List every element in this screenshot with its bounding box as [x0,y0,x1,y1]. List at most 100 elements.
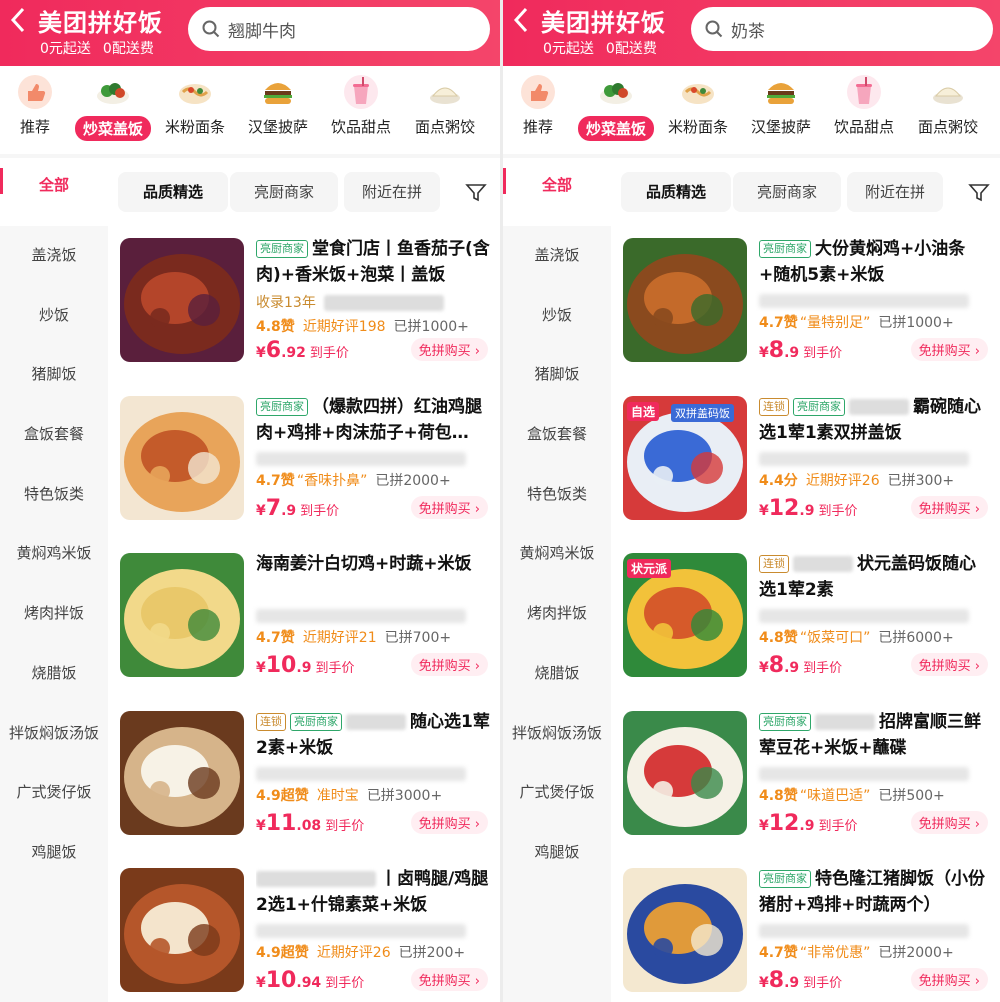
search-input[interactable]: 翘脚牛肉 [188,7,490,51]
dish-card[interactable]: 亮厨商家 大份黄焖鸡+小油条+随机5素+米饭 4.7赞 “量特别足” 已拼1000+ ¥8… [623,226,1000,376]
sidebar-item[interactable]: 盖浇饭 [503,226,611,286]
price-label: 到手价 [315,661,355,676]
filter-chip[interactable]: 亮厨商家 [733,172,841,212]
sidebar-item[interactable]: 盒饭套餐 [503,405,611,465]
dish-image[interactable] [623,238,747,362]
sold-count: 已拼300+ [887,472,955,489]
filter-chip[interactable]: 附近在拼 [344,172,440,212]
buy-now-button[interactable]: 免拼购买 › [410,968,488,991]
dish-image[interactable]: 自选 双拼盖码饭 [623,395,747,520]
dish-card[interactable]: 亮厨商家 招牌富顺三鲜荤豆花+米饭+蘸碟 4.8赞 “味道巴适” 已拼500+ ¥12.9… [623,699,1000,849]
category-dumpling[interactable]: 面点粥饺 [405,74,485,137]
price-integer: 10 [265,653,297,678]
price-label: 到手价 [818,818,858,834]
sidebar-item[interactable]: 猪脚饭 [0,345,108,405]
sidebar-item[interactable]: 烧腊饭 [503,644,611,704]
sidebar-item[interactable]: 拌饭焖饭汤饭 [503,704,611,764]
buy-now-button[interactable]: 免拼购买 › [910,653,988,676]
buy-now-button[interactable]: 免拼购买 › [410,338,488,361]
dish-card[interactable]: 海南姜汁白切鸡+时蔬+米饭 4.7赞 近期好评21 已拼700+ ¥10.9 到手价 免拼购… [120,541,500,691]
sidebar-item[interactable]: 炒饭 [0,286,108,346]
category-drink[interactable]: 饮品甜点 [824,74,904,137]
dish-card[interactable]: 亮厨商家 堂食门店丨鱼香茄子(含肉)+香米饭+泡菜丨盖饭 收录13年 4.8赞 近期好评… [120,226,500,376]
sidebar-item[interactable]: 盒饭套餐 [0,405,108,465]
buy-now-button[interactable]: 免拼购买 › [910,968,988,991]
category-burger[interactable]: 汉堡披萨 [238,74,318,137]
category-label: 推荐 [522,118,553,136]
sidebar-item[interactable]: 烧腊饭 [0,644,108,704]
dish-image[interactable] [120,238,244,362]
search-input[interactable]: 奶茶 [691,7,993,51]
dish-card[interactable]: 自选 双拼盖码饭 连锁 亮厨商家 霸碗随心选1荤1素双拼盖饭 4.4分 近期好评26 已拼30… [623,384,1000,534]
category-burger[interactable]: 汉堡披萨 [741,74,821,137]
category-label: 饮品甜点 [833,118,894,136]
address-blurred [256,609,466,623]
sidebar-item[interactable]: 特色饭类 [0,465,108,525]
filter-funnel-icon[interactable] [465,182,487,204]
dish-image[interactable] [120,868,244,992]
sidebar-item[interactable]: 烤肉拌饭 [0,584,108,644]
dish-card[interactable]: 亮厨商家 （爆款四拼）红油鸡腿肉+鸡排+肉沫茄子+荷包… 4.7赞 “香味扑鼻” 已拼2… [120,384,500,534]
price-label: 到手价 [803,976,843,991]
merchant-tag: 亮厨商家 [759,870,811,888]
dish-image[interactable] [623,868,747,992]
filter-chip[interactable]: 品质精选 [118,172,228,212]
category-drink[interactable]: 饮品甜点 [321,74,401,137]
years-listed: 收录13年 [256,295,316,311]
buy-now-button[interactable]: 免拼购买 › [910,495,988,519]
category-noodle[interactable]: 米粉面条 [658,74,738,137]
filter-chip[interactable]: 附近在拼 [847,172,943,212]
category-stir-fry[interactable]: 炒菜盖饭 [576,74,656,141]
dish-image[interactable] [623,710,747,835]
filter-chip[interactable]: 亮厨商家 [230,172,338,212]
sidebar-item[interactable]: 特色饭类 [503,465,611,525]
sidebar-item[interactable]: 鸡腿饭 [503,823,611,883]
category-stir-fry[interactable]: 炒菜盖饭 [73,74,153,141]
dish-image[interactable] [120,553,244,677]
sidebar-item[interactable]: 盖浇饭 [0,226,108,286]
price-decimal: .9 [281,502,297,519]
back-button[interactable] [513,6,529,39]
dish-image[interactable] [120,395,244,520]
sidebar-item[interactable]: 黄焖鸡米饭 [0,524,108,584]
dish-card[interactable]: 亮厨商家 特色隆江猪脚饭（小份猪肘+鸡排+时蔬两个） 4.7赞 “非常优惠” 已拼200… [623,856,1000,1002]
dish-image[interactable] [120,710,244,835]
back-button[interactable] [10,6,26,39]
tab-all[interactable]: 全部 [503,174,611,195]
dish-card[interactable]: 丨卤鸭腿/鸡腿2选1+什锦素菜+米饭 4.9超赞 近期好评26 已拼200+ ¥10.9… [120,856,500,1002]
sidebar-item[interactable]: 黄焖鸡米饭 [503,524,611,584]
tab-all[interactable]: 全部 [0,174,108,195]
dish-card[interactable]: 状元派 连锁 状元盖码饭随心选1荤2素 4.8赞 “饭菜可口” 已拼6000+ ¥8.9 到手… [623,541,1000,691]
dish-image[interactable]: 状元派 [623,553,747,677]
sidebar-item[interactable]: 炒饭 [503,286,611,346]
category-dumpling[interactable]: 面点粥饺 [908,74,988,137]
sold-count: 已拼2000+ [878,945,954,961]
dish-info: 亮厨商家 大份黄焖鸡+小油条+随机5素+米饭 4.7赞 “量特别足” 已拼1000+ [759,236,990,332]
price-symbol: ¥ [256,345,266,361]
category-thumbs-up[interactable]: 推荐 [0,74,75,137]
dish-card[interactable]: 连锁 亮厨商家 随心选1荤2素+米饭 4.9超赞 准时宝 已拼3000+ ¥11.08 到手价… [120,699,500,849]
price-row: ¥10.94 到手价 免拼购买 › [256,968,490,994]
buy-now-button[interactable]: 免拼购买 › [910,810,988,834]
sidebar-item[interactable]: 烤肉拌饭 [503,584,611,644]
merchant-tag: 亮厨商家 [290,712,342,731]
buy-now-button[interactable]: 免拼购买 › [410,495,488,519]
sidebar-item[interactable]: 拌饭焖饭汤饭 [0,704,108,764]
rating-score: 4.8赞 [256,319,295,335]
sidebar-item[interactable]: 广式煲仔饭 [0,763,108,823]
review-quote: “香味扑鼻” [296,472,368,489]
buy-now-button[interactable]: 免拼购买 › [910,338,988,361]
chain-tag: 连锁 [256,712,286,731]
sidebar-item[interactable]: 鸡腿饭 [0,823,108,883]
sidebar-item[interactable]: 广式煲仔饭 [503,763,611,823]
category-thumbs-up[interactable]: 推荐 [503,74,578,137]
dish-stats: 4.8赞 “饭菜可口” 已拼6000+ [759,627,990,647]
buy-now-button[interactable]: 免拼购买 › [410,653,488,676]
filter-chip[interactable]: 品质精选 [621,172,731,212]
filter-funnel-icon[interactable] [968,182,990,204]
buy-now-button[interactable]: 免拼购买 › [410,810,488,834]
dish-title: 亮厨商家 招牌富顺三鲜荤豆花+米饭+蘸碟 [759,709,990,761]
rating-score: 4.8赞 [759,787,798,804]
category-noodle[interactable]: 米粉面条 [155,74,235,137]
sidebar-item[interactable]: 猪脚饭 [503,345,611,405]
